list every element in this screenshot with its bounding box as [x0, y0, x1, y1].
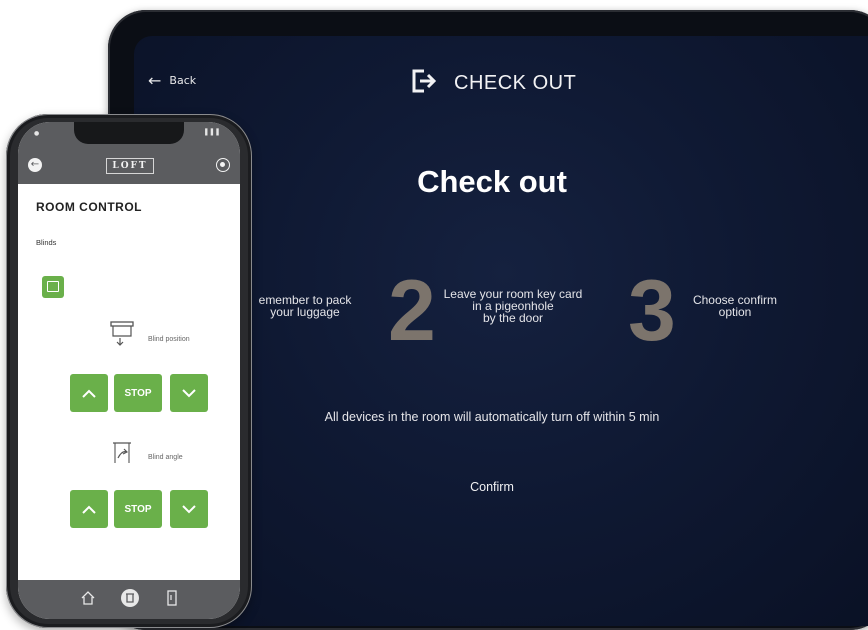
angle-stop-button[interactable]: STOP — [114, 490, 162, 528]
back-button[interactable]: ← Back — [148, 70, 197, 90]
chevron-up-icon — [82, 389, 96, 398]
position-stop-button[interactable]: STOP — [114, 374, 162, 412]
room-control-title: ROOM CONTROL — [36, 200, 142, 214]
position-down-button[interactable] — [170, 374, 208, 412]
page-header: CHECK OUT — [408, 66, 576, 100]
blind-angle-icon — [110, 440, 134, 470]
phone-back-icon[interactable]: ← — [28, 158, 42, 172]
blind-position-icon — [110, 320, 134, 350]
chevron-down-icon — [182, 504, 196, 513]
step-2-line-3: by the door — [482, 311, 544, 325]
blinds-section-label: Blinds — [36, 238, 57, 247]
home-icon[interactable] — [80, 590, 96, 610]
chevron-down-icon — [182, 388, 196, 397]
phone-bottom-nav — [18, 580, 240, 619]
room-nav-icon[interactable] — [166, 590, 178, 610]
step-3-line-2: option — [718, 305, 752, 319]
step-3-number: 3 — [628, 263, 676, 359]
blinds-nav-icon[interactable] — [120, 588, 140, 612]
blind-position-label: Blind position — [148, 336, 190, 343]
signal-icon: ▌▌▌ — [205, 129, 222, 136]
phone-app-header: ● ▌▌▌ ← LOFT — [18, 122, 240, 184]
position-up-button[interactable] — [70, 374, 108, 412]
phone-screen: ● ▌▌▌ ← LOFT ROOM CONTROL Blinds Blind p… — [18, 122, 240, 619]
step-1-text: emember to pack your luggage — [230, 294, 380, 318]
settings-icon[interactable] — [216, 158, 230, 172]
blind-toggle-button[interactable] — [42, 276, 64, 298]
angle-up-button[interactable] — [70, 490, 108, 528]
header-title: CHECK OUT — [454, 71, 577, 94]
back-label: Back — [169, 74, 197, 87]
chevron-up-icon — [82, 505, 96, 514]
app-logo: LOFT — [106, 158, 154, 174]
status-time: ● — [34, 130, 40, 137]
step-1-line-2: your luggage — [270, 305, 340, 319]
checkout-icon — [408, 66, 438, 100]
confirm-button[interactable]: Confirm — [456, 476, 528, 498]
blind-angle-label: Blind angle — [148, 454, 183, 461]
angle-down-button[interactable] — [170, 490, 208, 528]
back-arrow-icon: ← — [148, 70, 162, 90]
step-2-text: Leave your room key card in a pigeonhole… — [438, 288, 588, 324]
step-3-text: Choose confirm option — [680, 294, 790, 318]
step-2-number: 2 — [388, 263, 436, 359]
phone-notch — [74, 122, 184, 144]
